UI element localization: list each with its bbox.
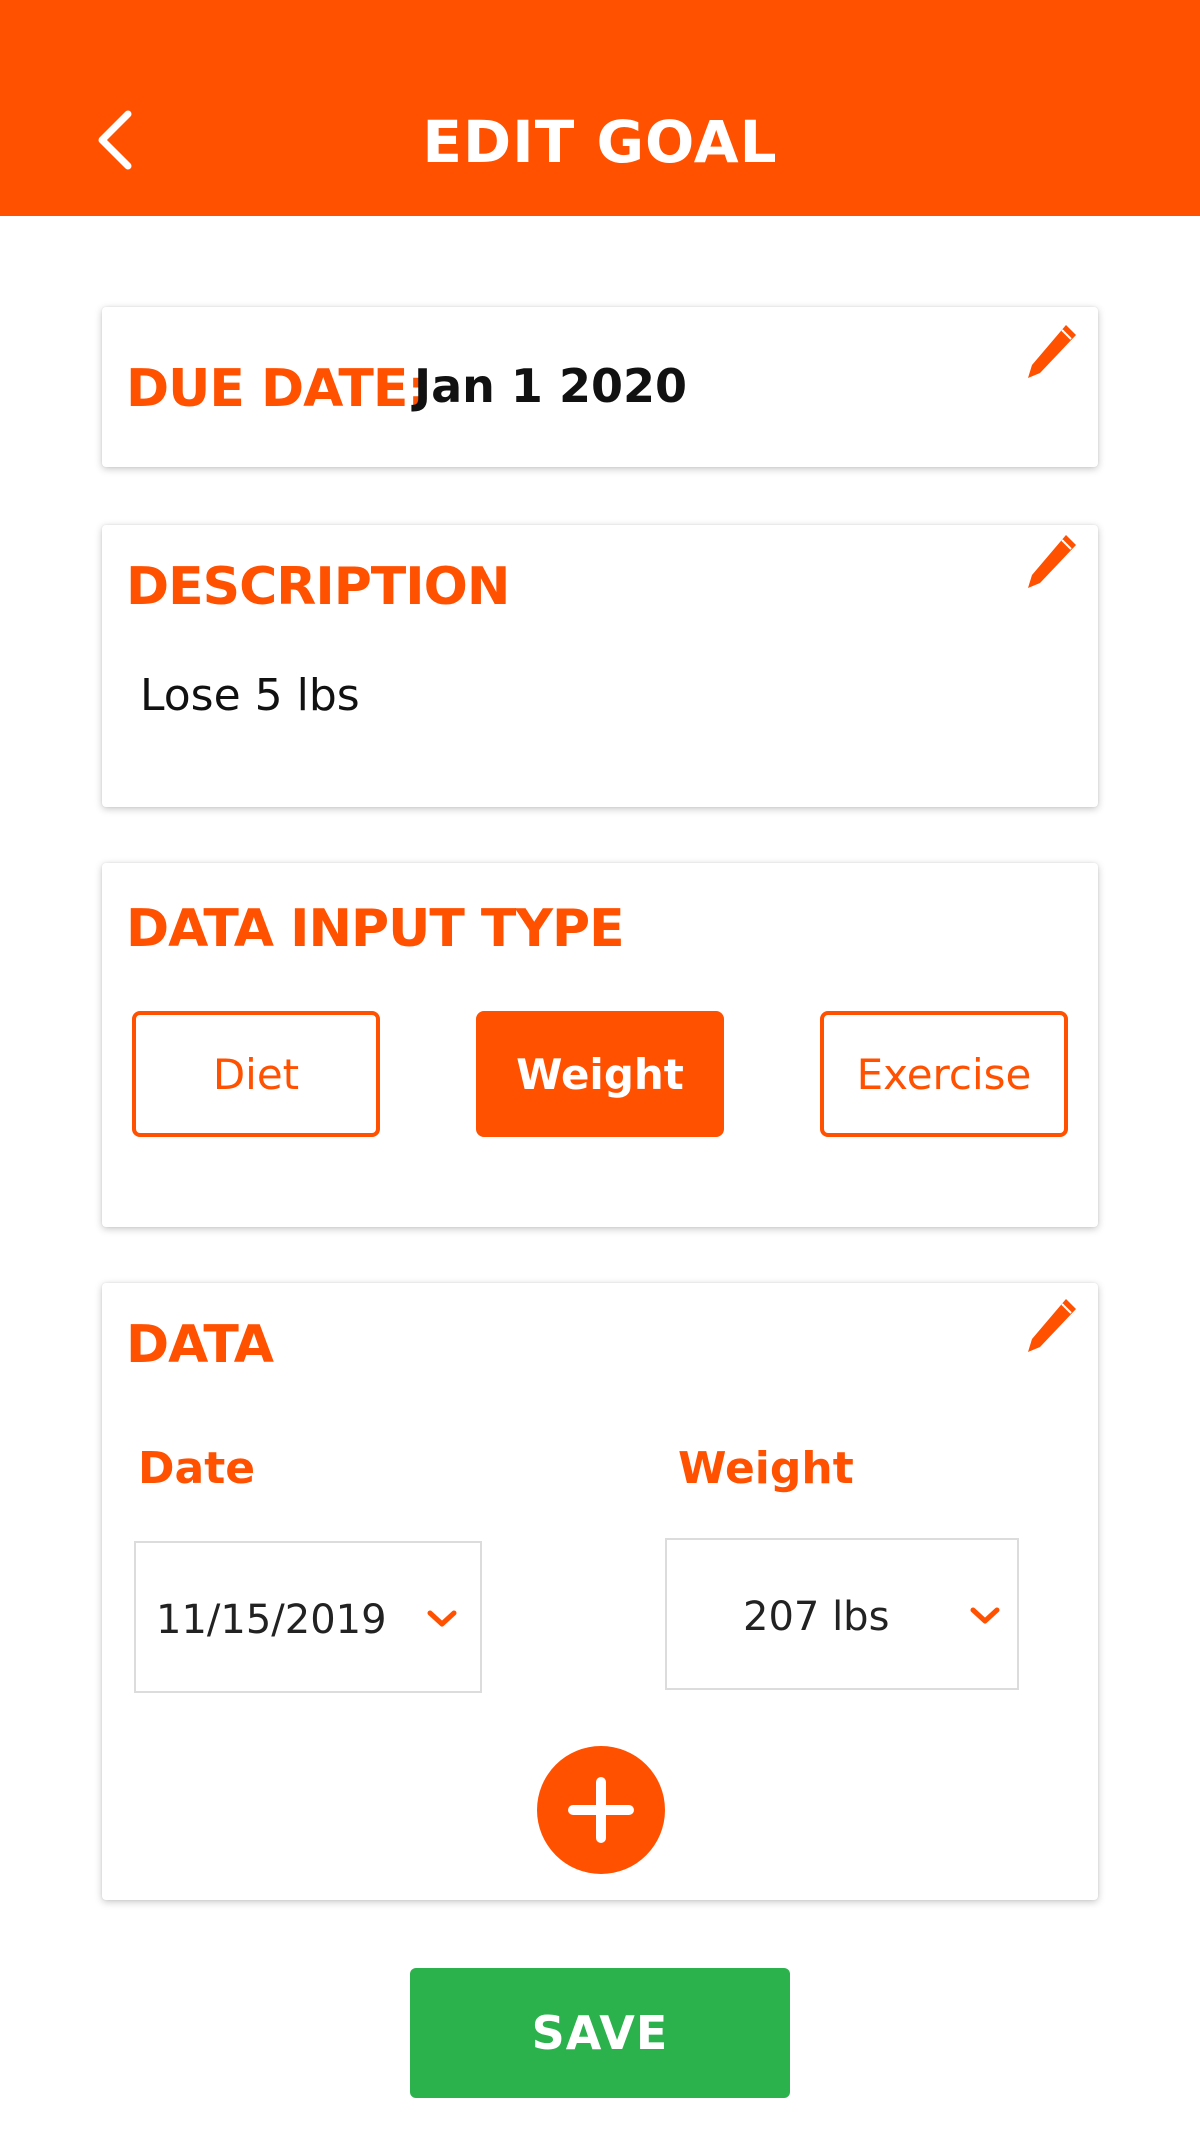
weight-option-button[interactable]: Weight <box>476 1011 724 1137</box>
exercise-option-button[interactable]: Exercise <box>820 1011 1068 1137</box>
pencil-icon <box>1022 531 1080 593</box>
chevron-down-icon <box>969 1606 1001 1626</box>
description-value: Lose 5 lbs <box>140 670 360 721</box>
weight-select[interactable]: 207 lbs <box>665 1538 1019 1690</box>
due-date-label: DUE DATE: <box>126 359 428 419</box>
edit-description-button[interactable] <box>1022 531 1080 593</box>
plus-icon <box>537 1746 665 1874</box>
chevron-down-icon <box>426 1609 458 1629</box>
description-label: DESCRIPTION <box>126 557 510 617</box>
date-select[interactable]: 11/15/2019 <box>134 1541 482 1693</box>
edit-due-date-button[interactable] <box>1022 321 1080 383</box>
page-title: EDIT GOAL <box>422 108 778 176</box>
pencil-icon <box>1022 1295 1080 1357</box>
add-data-button[interactable] <box>537 1746 665 1874</box>
date-select-value: 11/15/2019 <box>156 1597 387 1643</box>
data-input-type-label: DATA INPUT TYPE <box>126 899 625 959</box>
diet-option-button[interactable]: Diet <box>132 1011 380 1137</box>
save-button[interactable]: SAVE <box>410 1968 790 2098</box>
pencil-icon <box>1022 321 1080 383</box>
data-input-type-card: DATA INPUT TYPE Diet Weight Exercise <box>102 863 1098 1227</box>
weight-field-label: Weight <box>678 1443 854 1494</box>
edit-data-button[interactable] <box>1022 1295 1080 1357</box>
weight-select-value: 207 lbs <box>743 1594 890 1640</box>
date-field-label: Date <box>138 1443 256 1494</box>
description-card: DESCRIPTION Lose 5 lbs <box>102 525 1098 807</box>
data-label: DATA <box>126 1315 274 1375</box>
due-date-value: Jan 1 2020 <box>414 359 687 413</box>
data-card: DATA Date Weight 11/15/2019 207 lbs <box>102 1283 1098 1900</box>
due-date-card: DUE DATE: Jan 1 2020 <box>102 307 1098 467</box>
app-header: EDIT GOAL <box>0 0 1200 216</box>
